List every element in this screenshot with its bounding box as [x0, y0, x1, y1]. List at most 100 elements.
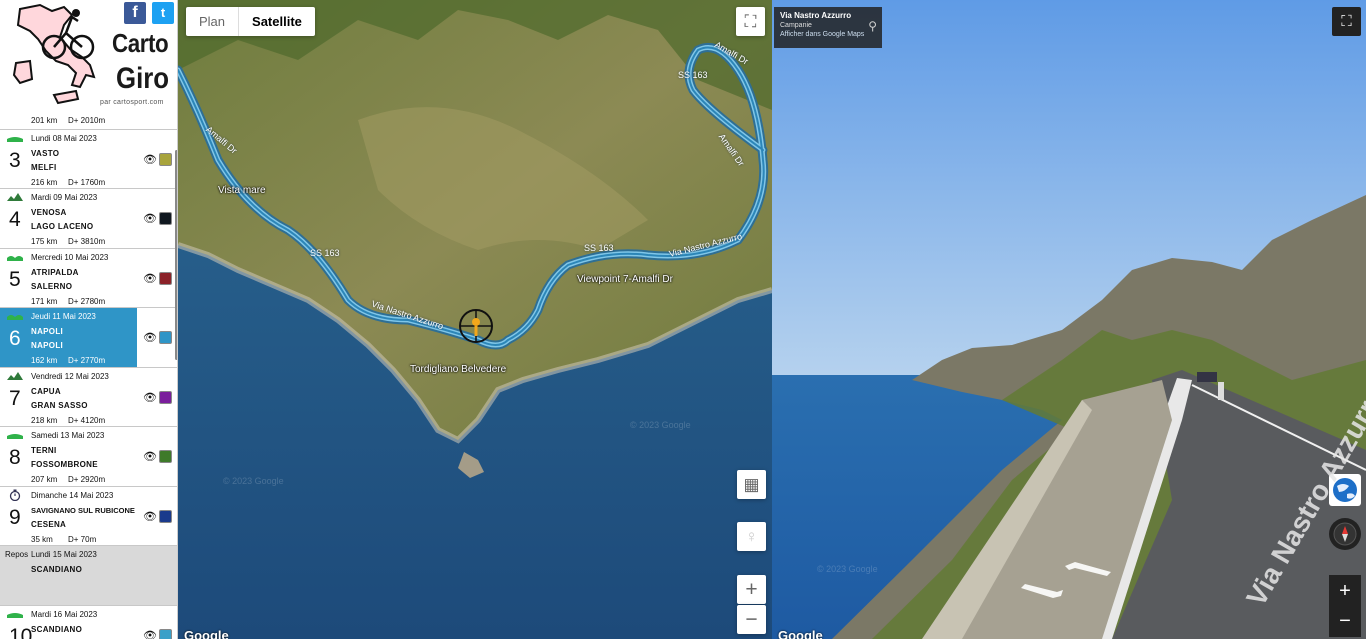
stage-row-9[interactable]: Dimanche 14 Mai 2023 9 SAVIGNANO SUL RUB…	[0, 486, 177, 546]
route-color-swatch[interactable]	[159, 331, 172, 344]
stage-start-city: CAPUA	[31, 386, 61, 396]
map-zoom-out-button[interactable]: −	[737, 605, 766, 634]
route-color-swatch[interactable]	[159, 509, 172, 523]
stage-number: 9	[9, 505, 21, 529]
stage-row-7[interactable]: Vendredi 12 Mai 2023 7 CAPUA GRAN SASSO …	[0, 367, 177, 427]
stage-distance: 35 km	[31, 534, 53, 544]
road-shield-ss163-1: SS 163	[310, 248, 340, 258]
stage-elevation: D+ 3810m	[68, 237, 106, 246]
stage-start-city: NAPOLI	[31, 327, 64, 336]
satellite-imagery	[178, 0, 772, 639]
hilly-profile-icon	[7, 315, 23, 320]
stage-start-city: VENOSA	[31, 208, 67, 217]
map-type-satellite-button[interactable]: Satellite	[239, 7, 315, 36]
map-layers-icon[interactable]: ▦	[737, 470, 766, 499]
stage-number: 4	[9, 208, 21, 231]
stage-distance: 171 km	[31, 296, 58, 306]
stage-start-city: VASTO	[31, 148, 60, 158]
stage-finish-city: NAPOLI	[31, 341, 64, 350]
road-shield-ss163-2: SS 163	[584, 243, 614, 253]
map-type-control: Plan Satellite	[186, 7, 315, 36]
map-watermark: © 2023 Google	[630, 420, 691, 430]
rest-day-city: SCANDIANO	[31, 565, 83, 574]
stage-row-6-selected[interactable]: Jeudi 11 Mai 2023 6 NAPOLI NAPOLI 162 km…	[0, 308, 177, 368]
navigation-arrows-icon[interactable]	[1017, 560, 1117, 600]
visibility-eye-icon[interactable]: 👁	[143, 153, 157, 167]
stage-number: 6	[9, 327, 21, 350]
stage-row-8[interactable]: Samedi 13 Mai 2023 8 TERNI FOSSOMBRONE 2…	[0, 427, 177, 487]
compass-icon[interactable]	[1329, 518, 1361, 550]
stage-elevation: D+ 4120m	[68, 415, 106, 425]
poi-label-tordigliano[interactable]: Tordigliano Belvedere	[410, 364, 506, 375]
stage-start-city: SAVIGNANO SUL RUBICONE	[31, 505, 135, 515]
stage-date: Lundi 08 Mai 2023	[31, 133, 97, 143]
logo-giro-text: Giro	[116, 62, 170, 95]
route-color-swatch[interactable]	[159, 390, 172, 404]
stage-distance: 175 km	[31, 237, 58, 246]
street-view-region: Campanie	[780, 22, 812, 29]
visibility-eye-icon[interactable]: 👁	[143, 212, 157, 226]
street-view-info-card: Via Nastro Azzurro Campanie Afficher dan…	[774, 7, 882, 48]
stage-finish-city: LAGO LACENO	[31, 222, 94, 231]
satellite-map[interactable]: Plan Satellite ⛶ ▦ ♀ + − Vista mare View…	[178, 0, 772, 639]
stage-row-5[interactable]: Mercredi 10 Mai 2023 5 ATRIPALDA SALERNO…	[0, 248, 177, 308]
street-view-zoom-in-button[interactable]: +	[1329, 575, 1361, 607]
map-zoom-in-button[interactable]: +	[737, 575, 766, 604]
flat-profile-icon	[7, 434, 23, 439]
visibility-eye-icon[interactable]: 👁	[143, 629, 157, 639]
map-fullscreen-icon[interactable]: ⛶	[736, 7, 765, 36]
poi-label-vista-mare[interactable]: Vista mare	[218, 185, 266, 196]
open-in-google-maps-link[interactable]: Afficher dans Google Maps	[780, 31, 876, 38]
map-watermark-2: © 2023 Google	[223, 476, 284, 486]
stage-distance: 216 km	[31, 177, 58, 187]
stage-elevation: D+ 2920m	[68, 475, 106, 484]
visibility-eye-icon[interactable]: 👁	[143, 510, 157, 524]
stage-finish-city: CESENA	[31, 519, 67, 529]
stage-start-city: SCANDIANO	[31, 624, 83, 634]
stage-number: 8	[9, 446, 21, 469]
logo-tagline: par cartosport.com	[100, 99, 164, 106]
route-color-swatch[interactable]	[159, 271, 172, 285]
stage-date: Vendredi 12 Mai 2023	[31, 371, 109, 381]
cartogiro-logo[interactable]: Carto Giro par cartosport.com f t	[0, 0, 177, 110]
stage-start-city: TERNI	[31, 446, 57, 455]
stage-date: Mercredi 10 Mai 2023	[31, 252, 109, 262]
stage-elevation: D+ 70m	[68, 534, 97, 544]
stage-row-3[interactable]: Lundi 08 Mai 2023 3 VASTO MELFI 216 km D…	[0, 129, 177, 189]
poi-label-viewpoint[interactable]: Viewpoint 7-Amalfi Dr	[577, 274, 673, 285]
visibility-eye-icon[interactable]: 👁	[143, 272, 157, 286]
stage-date: Lundi 15 Mai 2023	[31, 550, 97, 559]
stage-number: 7	[9, 386, 21, 410]
map-type-plan-button[interactable]: Plan	[186, 7, 240, 36]
street-view-watermark: © 2023 Google	[817, 564, 878, 574]
mountain-profile-icon	[7, 193, 23, 201]
flat-profile-icon	[7, 612, 23, 618]
stage-date: Dimanche 14 Mai 2023	[31, 490, 114, 500]
street-view-zoom-out-button[interactable]: −	[1329, 605, 1361, 637]
chrono-stopwatch-icon	[9, 489, 21, 501]
stage-distance: 218 km	[31, 415, 58, 425]
pegman-icon[interactable]: ♀	[737, 522, 766, 551]
stage-row-10[interactable]: Mardi 16 Mai 2023 10 SCANDIANO 👁	[0, 605, 177, 639]
visibility-eye-icon[interactable]: 👁	[143, 331, 157, 345]
stage-finish-city: GRAN SASSO	[31, 400, 88, 410]
route-color-swatch[interactable]	[159, 152, 172, 166]
stage-row-4[interactable]: Mardi 09 Mai 2023 4 VENOSA LAGO LACENO 1…	[0, 189, 177, 249]
route-color-swatch[interactable]	[159, 212, 172, 225]
street-view-fullscreen-icon[interactable]: ⛶	[1332, 7, 1361, 36]
google-street-view-logo: Google	[778, 628, 823, 639]
route-color-swatch[interactable]	[159, 628, 172, 639]
visibility-eye-icon[interactable]: 👁	[143, 391, 157, 405]
italy-map-logo-icon	[12, 3, 96, 105]
street-view-title: Via Nastro Azzurro	[780, 11, 852, 20]
road-shield-ss163-3: SS 163	[678, 70, 708, 80]
facebook-icon[interactable]: f	[124, 2, 146, 24]
street-view-panel[interactable]: Via Nastro Azzurro Campanie Afficher dan…	[772, 0, 1366, 639]
route-color-swatch[interactable]	[159, 450, 172, 463]
twitter-icon[interactable]: t	[152, 2, 174, 24]
stage-number: 3	[9, 148, 21, 172]
stage-elevation: D+ 2780m	[68, 296, 106, 306]
location-pin-icon[interactable]: ⚲	[868, 19, 877, 33]
stage-finish-city: FOSSOMBRONE	[31, 460, 98, 469]
visibility-eye-icon[interactable]: 👁	[143, 450, 157, 464]
